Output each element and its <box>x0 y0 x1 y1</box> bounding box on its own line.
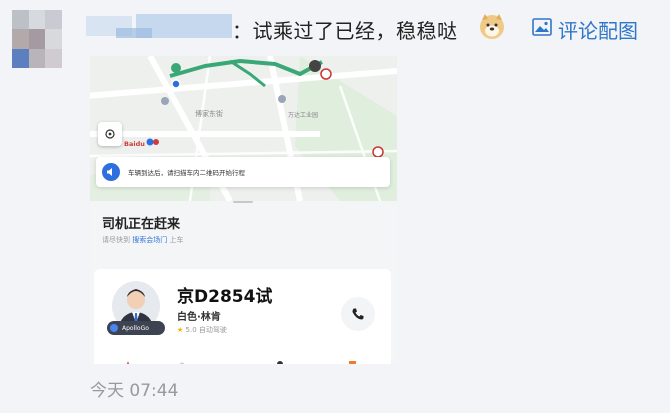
star-icon: ★ <box>177 326 184 334</box>
pickup-point-link[interactable]: 搜索会场门 <box>132 236 167 244</box>
apollo-badge-label: ApolloGo <box>122 324 149 332</box>
status-sub-prefix: 请尽快到 <box>102 236 130 244</box>
phone-icon <box>352 308 364 320</box>
locate-button[interactable] <box>98 122 122 146</box>
rating-label: 自动驾驶 <box>198 326 227 334</box>
speaker-icon <box>102 163 120 181</box>
call-driver-button[interactable] <box>341 297 375 331</box>
map-street-label: 博家东街 <box>195 109 223 118</box>
attached-screenshot[interactable]: Baidu 博家东街 万达工业园 车辆到达后，请扫描车内二维码开始行程 司机正在… <box>90 56 397 364</box>
map-brand-label: Baidu <box>124 140 145 148</box>
drag-handle[interactable] <box>233 201 253 203</box>
crosshair-icon <box>105 129 115 139</box>
image-icon[interactable] <box>532 18 552 36</box>
notice-text: 车辆到达后，请扫描车内二维码开始行程 <box>128 169 245 177</box>
license-plate: 京D2854试 <box>177 287 273 307</box>
rating-value: 5.0 <box>185 326 197 334</box>
map-view: Baidu 博家东街 万达工业园 车辆到达后，请扫描车内二维码开始行程 <box>90 56 397 203</box>
doge-emoji-icon <box>480 14 504 39</box>
post-header: ：试乘过了已经，稳稳哒 评论配图 <box>86 12 656 44</box>
username-blurred[interactable] <box>86 14 236 40</box>
scan-notice-bar: 车辆到达后，请扫描车内二维码开始行程 <box>96 157 390 187</box>
apollo-logo-icon <box>110 324 118 332</box>
post-timestamp: 今天 07:44 <box>90 381 179 401</box>
driver-card: ApolloGo 京D2854试 白色·林肯 ★ 5.0 自动驾驶 <box>94 269 391 364</box>
status-sub-suffix: 上车 <box>169 236 184 244</box>
trip-panel: 司机正在赶来 请尽快到 搜索会场门 上车 ApolloGo 京D2854试 白色… <box>90 201 397 364</box>
post-text: ：试乘过了已经，稳稳哒 <box>232 19 458 43</box>
user-avatar[interactable] <box>12 10 62 68</box>
bottom-action-icons[interactable] <box>94 359 391 364</box>
car-description: 白色·林肯 <box>177 312 221 323</box>
photo-comment-link[interactable]: 评论配图 <box>558 15 638 44</box>
map-place-label: 万达工业园 <box>288 111 318 119</box>
trip-status-subtitle: 请尽快到 搜索会场门 上车 <box>102 235 183 245</box>
driver-rating: ★ 5.0 自动驾驶 <box>177 325 227 335</box>
trip-status-title: 司机正在赶来 <box>102 217 181 232</box>
apollo-go-badge: ApolloGo <box>107 321 165 335</box>
